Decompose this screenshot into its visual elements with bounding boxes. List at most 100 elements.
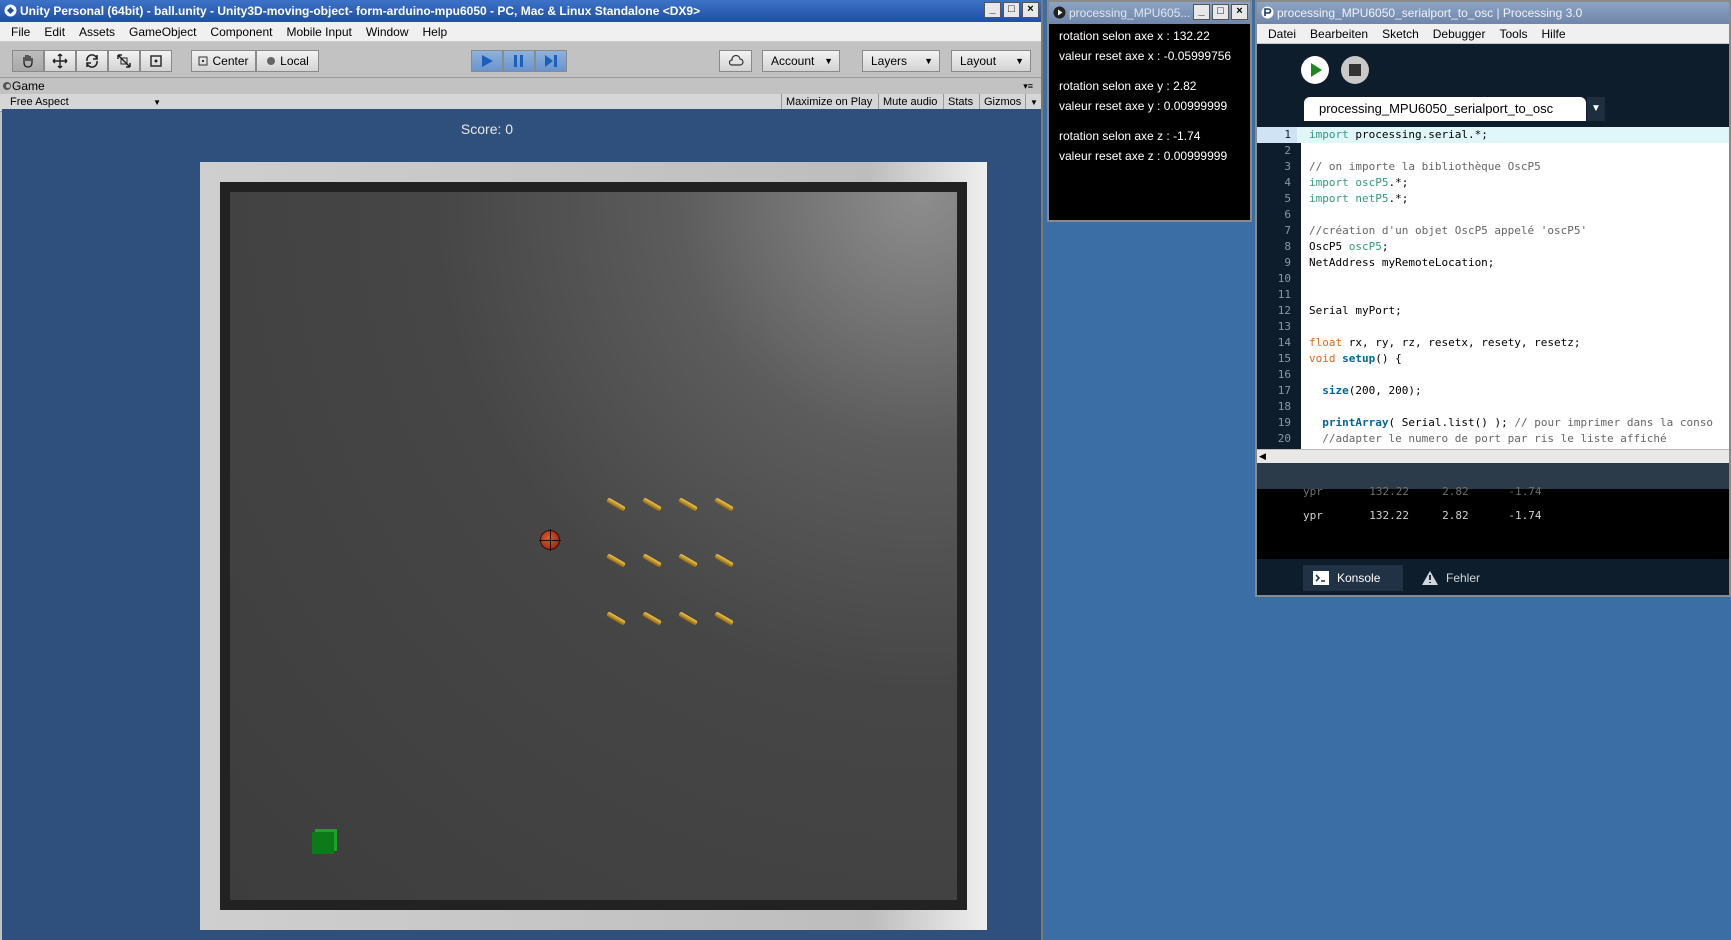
ide-toolbar <box>1257 44 1729 95</box>
code-line[interactable]: 14 float rx, ry, rz, resetx, resety, rese… <box>1257 335 1729 351</box>
line-number: 1 <box>1257 127 1297 143</box>
hand-tool-button[interactable] <box>12 50 44 72</box>
tab-menu-icon[interactable]: ▼ <box>1587 97 1605 121</box>
sketch-tab[interactable]: processing_MPU6050_serialport_to_osc <box>1304 97 1586 121</box>
menu-component[interactable]: Component <box>203 25 279 39</box>
scroll-left-icon[interactable]: ◀ <box>1259 450 1266 463</box>
move-tool-button[interactable] <box>44 50 76 72</box>
account-dropdown[interactable]: Account ▼ <box>762 50 840 72</box>
maximize-button[interactable]: □ <box>1212 4 1229 20</box>
code-text: import netP5.*; <box>1309 192 1409 205</box>
pickup-coin <box>642 553 662 568</box>
code-line[interactable]: 16 <box>1257 367 1729 383</box>
sketch-window: processing_MPU605... _ □ × rotation selo… <box>1047 0 1252 222</box>
cloud-button[interactable] <box>719 50 752 72</box>
close-button[interactable]: × <box>1231 4 1248 20</box>
pivot-toggles: Center Local <box>191 50 319 72</box>
terminal-icon <box>1313 571 1329 585</box>
code-line[interactable]: 20 //adapter le numero de port par ris l… <box>1257 431 1729 447</box>
scale-icon <box>117 54 131 68</box>
code-line[interactable]: 6 <box>1257 207 1729 223</box>
pivot-center-button[interactable]: Center <box>191 50 256 72</box>
tab-konsole[interactable]: Konsole <box>1303 565 1403 591</box>
local-space-icon <box>267 57 276 65</box>
code-editor[interactable]: 1 import processing.serial.*; 2 3 // on impo… <box>1257 127 1729 449</box>
game-tab-label: Game <box>12 79 45 93</box>
layers-dropdown[interactable]: Layers ▼ <box>862 50 940 72</box>
pause-button[interactable] <box>503 50 535 72</box>
unity-window: Unity Personal (64bit) - ball.unity - Un… <box>0 0 1043 940</box>
game-tab[interactable]: Game ▾≡ <box>0 78 1041 94</box>
code-line[interactable]: 5 import netP5.*; <box>1257 191 1729 207</box>
close-button[interactable]: × <box>1022 2 1039 18</box>
playmode-controls <box>471 50 567 72</box>
menu-file[interactable]: File <box>4 25 37 39</box>
menu-tools[interactable]: Tools <box>1492 27 1534 41</box>
scale-tool-button[interactable] <box>108 50 140 72</box>
tab-fehler[interactable]: Fehler <box>1412 565 1504 591</box>
minimize-button[interactable]: _ <box>984 2 1001 18</box>
menu-debugger[interactable]: Debugger <box>1426 27 1493 41</box>
ide-title: processing_MPU6050_serialport_to_osc | P… <box>1277 6 1583 20</box>
game-view[interactable]: Score: 0 <box>2 109 1041 940</box>
space-local-button[interactable]: Local <box>256 50 319 72</box>
menu-mobile-input[interactable]: Mobile Input <box>279 25 358 39</box>
code-line[interactable]: 4 import oscP5.*; <box>1257 175 1729 191</box>
step-button[interactable] <box>535 50 567 72</box>
minimize-button[interactable]: _ <box>1193 4 1210 20</box>
unity-toolbar: Center Local Account ▼ Layers ▼ Layout ▼ <box>0 42 1041 78</box>
menu-assets[interactable]: Assets <box>72 25 122 39</box>
code-line[interactable]: 15 void setup() { <box>1257 351 1729 367</box>
layout-dropdown[interactable]: Layout ▼ <box>951 50 1031 72</box>
rotation-z-text: rotation selon axe z : -1.74 <box>1059 129 1201 143</box>
maximize-button[interactable]: □ <box>1003 2 1020 18</box>
menu-edit[interactable]: Edit <box>37 25 72 39</box>
menu-gameobject[interactable]: GameObject <box>122 25 203 39</box>
code-line[interactable]: 1 import processing.serial.*; <box>1257 127 1729 143</box>
play-button[interactable] <box>471 50 503 72</box>
panel-menu-icon[interactable]: ▾≡ <box>1023 78 1033 94</box>
code-line[interactable]: 3 // on importe la bibliothèque OscP5 <box>1257 159 1729 175</box>
sketch-title: processing_MPU605... <box>1069 6 1191 20</box>
line-number: 5 <box>1284 192 1291 205</box>
unity-titlebar: Unity Personal (64bit) - ball.unity - Un… <box>0 0 1041 22</box>
run-button[interactable] <box>1301 56 1329 84</box>
stop-button[interactable] <box>1341 56 1369 84</box>
code-line[interactable]: 19 printArray( Serial.list() ); // pour … <box>1257 415 1729 431</box>
code-text: float rx, ry, rz, resetx, resety, resetz… <box>1309 336 1581 349</box>
code-line[interactable]: 10 <box>1257 271 1729 287</box>
code-line[interactable]: 12 Serial myPort; <box>1257 303 1729 319</box>
code-line[interactable]: 18 <box>1257 399 1729 415</box>
code-line[interactable]: 9 NetAddress myRemoteLocation; <box>1257 255 1729 271</box>
arena-floor <box>230 192 957 900</box>
rotate-tool-button[interactable] <box>76 50 108 72</box>
menu-bearbeiten[interactable]: Bearbeiten <box>1303 27 1375 41</box>
processing-run-icon <box>1053 6 1066 19</box>
horizontal-scrollbar[interactable]: ◀ <box>1257 449 1729 463</box>
menu-sketch[interactable]: Sketch <box>1375 27 1426 41</box>
rotate-icon <box>86 54 98 68</box>
menu-datei[interactable]: Datei <box>1261 27 1303 41</box>
pause-icon <box>514 55 523 67</box>
code-line[interactable]: 2 <box>1257 143 1729 159</box>
line-number: 8 <box>1284 240 1291 253</box>
rotation-y-text: rotation selon axe y : 2.82 <box>1059 79 1197 93</box>
menu-window[interactable]: Window <box>359 25 416 39</box>
line-number: 2 <box>1284 144 1291 157</box>
pickup-coin <box>642 497 662 512</box>
console-line: ypr 132.22 2.82 -1.74 <box>1303 509 1542 522</box>
code-line[interactable]: 7 //création d'un objet OscP5 appelé 'osc… <box>1257 223 1729 239</box>
line-number: 6 <box>1284 208 1291 221</box>
code-line[interactable]: 11 <box>1257 287 1729 303</box>
rect-tool-button[interactable] <box>140 50 172 72</box>
menu-help[interactable]: Help <box>416 25 455 39</box>
menu-hilfe[interactable]: Hilfe <box>1534 27 1572 41</box>
line-number: 4 <box>1284 176 1291 189</box>
code-line[interactable]: 8 OscP5 oscP5; <box>1257 239 1729 255</box>
code-line[interactable]: 17 size(200, 200); <box>1257 383 1729 399</box>
hand-icon <box>23 55 33 68</box>
line-number: 13 <box>1277 320 1291 333</box>
move-icon <box>52 53 68 69</box>
code-line[interactable]: 13 <box>1257 319 1729 335</box>
play-icon <box>482 55 493 67</box>
